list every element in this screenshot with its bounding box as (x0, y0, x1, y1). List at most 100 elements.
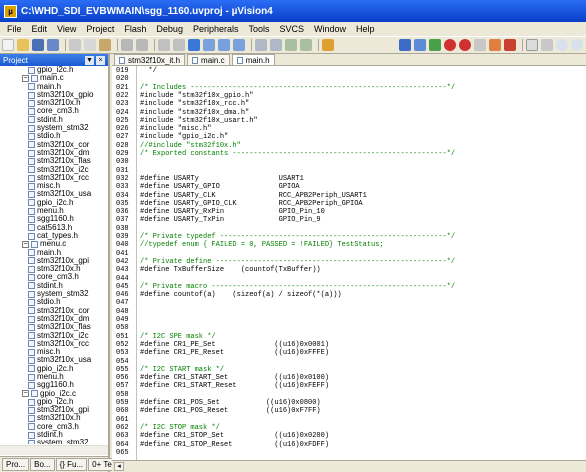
code-line: 025 #include "stm32f10x_usart.h" (112, 117, 586, 125)
new-file-icon[interactable] (2, 39, 14, 51)
code-text: #define CR1_POS_Reset ((u16)0xF7FF) (140, 407, 321, 416)
open-folder-icon[interactable] (17, 39, 29, 51)
download-icon[interactable] (429, 39, 441, 51)
line-number: 061 (116, 415, 129, 424)
editor-tab[interactable]: stm32f10x_it.h (114, 54, 186, 65)
bookmark-icon[interactable] (188, 39, 200, 51)
collapse-icon[interactable]: − (22, 240, 29, 248)
line-number: 034 (116, 191, 129, 200)
toolbar-separator (522, 39, 523, 51)
code-line: 042 /* Private define -------------------… (112, 258, 586, 266)
breakpoint-icon[interactable] (459, 39, 471, 51)
project-pane-tab[interactable]: {} Fu... (55, 458, 88, 471)
line-number: 024 (116, 108, 129, 117)
code-text: #define USARTy_GPIO GPIOA (140, 183, 300, 192)
code-line: 041 (112, 250, 586, 258)
code-text: /* Private typedef ---------------------… (140, 233, 456, 241)
collapse-icon[interactable]: − (22, 390, 29, 398)
project-horizontal-scrollbar[interactable] (0, 445, 108, 455)
editor-tab[interactable]: main.h (231, 54, 275, 65)
file-icon (28, 199, 35, 207)
code-text: /* Includes ----------------------------… (140, 83, 456, 92)
file-icon (28, 406, 35, 414)
menu-peripherals[interactable]: Peripherals (188, 24, 244, 34)
file-icon (28, 99, 35, 107)
menu-tools[interactable]: Tools (243, 24, 274, 34)
file-icon (28, 182, 35, 190)
file-icon (119, 56, 125, 64)
code-editor[interactable]: 019 */020 021/* Includes ----------------… (112, 66, 586, 460)
nav-forward-icon[interactable] (173, 39, 185, 51)
line-number: 035 (116, 199, 129, 208)
menu-flash[interactable]: Flash (119, 24, 151, 34)
settings-icon[interactable] (489, 39, 501, 51)
menu-edit[interactable]: Edit (27, 24, 53, 34)
file-icon (28, 282, 35, 290)
cut-icon[interactable] (69, 39, 81, 51)
line-number: 023 (116, 100, 129, 109)
menu-file[interactable]: File (2, 24, 27, 34)
code-line: 055 /* I2C START mask */ (112, 366, 586, 374)
title-bar[interactable]: µ C:\WHD_SDI_EVBWMAIN\sgg_1160.uvproj - … (0, 0, 586, 22)
menu-window[interactable]: Window (309, 24, 351, 34)
project-pane-tab[interactable]: Bo... (30, 458, 55, 471)
pin-icon[interactable]: ▼ (85, 55, 94, 65)
redo-icon[interactable] (136, 39, 148, 51)
code-line: 048 (112, 308, 586, 316)
line-number: 043 (116, 266, 129, 275)
rebuild-icon[interactable] (414, 39, 426, 51)
menu-svcs[interactable]: SVCS (275, 24, 310, 34)
menu-debug[interactable]: Debug (151, 24, 188, 34)
file-icon (28, 348, 35, 356)
unindent-icon[interactable] (270, 39, 282, 51)
scroll-left-arrow-icon[interactable]: ◂ (114, 462, 124, 471)
help-icon[interactable] (571, 39, 583, 51)
project-pane-tab[interactable]: Pro... (2, 458, 30, 471)
code-text: #define CR1_POS_Set ((u16)0x0800) (140, 399, 321, 407)
copy-icon[interactable] (84, 39, 96, 51)
tools-icon[interactable] (541, 39, 553, 51)
window-layout-icon[interactable] (526, 39, 538, 51)
target-options-icon[interactable] (504, 39, 516, 51)
code-text: #define USARTy_CLK RCC_APB2Periph_USART1 (140, 191, 367, 200)
code-text: #define USARTy_GPIO_CLK RCC_APB2Periph_G… (140, 199, 363, 208)
close-icon[interactable]: × (96, 55, 105, 65)
tree-file[interactable]: system_stm32 (0, 439, 108, 444)
code-line: 061 (112, 416, 586, 424)
code-line: 040 //typedef enum { FAILED = 0, PASSED =… (112, 241, 586, 249)
save-all-icon[interactable] (47, 39, 59, 51)
code-text: //typedef enum { FAILED = 0, PASSED = !F… (140, 241, 384, 250)
undo-icon[interactable] (121, 39, 133, 51)
uncomment-icon[interactable] (300, 39, 312, 51)
file-icon (28, 290, 35, 298)
toolbar (0, 36, 586, 54)
line-number: 065 (116, 448, 129, 457)
menu-project[interactable]: Project (81, 24, 119, 34)
menu-view[interactable]: View (52, 24, 81, 34)
collapse-icon[interactable]: − (22, 74, 29, 82)
find-in-files-icon[interactable] (322, 39, 334, 51)
prev-bookmark-icon[interactable] (203, 39, 215, 51)
line-number: 042 (116, 257, 129, 266)
build-target-icon[interactable] (399, 39, 411, 51)
code-line: 039 /* Private typedef ------------------… (112, 233, 586, 241)
paste-icon[interactable] (99, 39, 111, 51)
editor-tab[interactable]: main.c (187, 54, 230, 65)
code-line: 022 #include "stm32f10x_gpio.h" (112, 92, 586, 100)
file-icon (28, 298, 35, 306)
file-icon (28, 340, 35, 348)
nav-back-icon[interactable] (158, 39, 170, 51)
code-line: 047 (112, 299, 586, 307)
configure-icon[interactable] (556, 39, 568, 51)
clear-bookmarks-icon[interactable] (233, 39, 245, 51)
stop-icon[interactable] (474, 39, 486, 51)
debug-icon[interactable] (444, 39, 456, 51)
editor-horizontal-scrollbar[interactable]: ◂ (112, 460, 586, 472)
indent-icon[interactable] (255, 39, 267, 51)
menu-help[interactable]: Help (351, 24, 380, 34)
save-icon[interactable] (32, 39, 44, 51)
line-number: 040 (116, 241, 129, 250)
next-bookmark-icon[interactable] (218, 39, 230, 51)
code-line: 034 #define USARTy_CLK RCC_APB2Periph_USA… (112, 192, 586, 200)
comment-icon[interactable] (285, 39, 297, 51)
